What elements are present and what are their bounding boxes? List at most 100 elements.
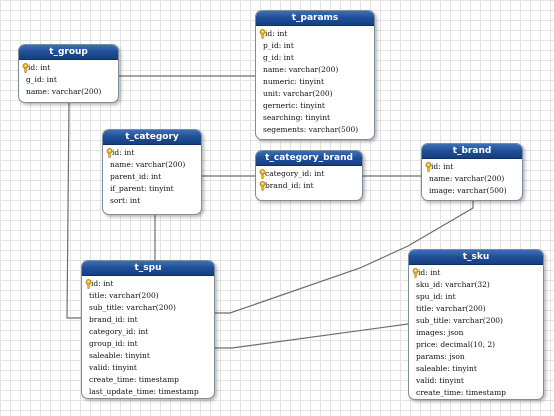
field-text: group_id: int — [89, 339, 138, 348]
field-text: name: varchar(200) — [429, 174, 505, 183]
table-t-sku[interactable]: t_sku id: int sku_id: varchar(32) spu_id: i… — [408, 249, 544, 400]
key-icon — [85, 279, 92, 289]
field-text: parent_id: int — [110, 172, 162, 181]
field-text: last_update_time: timestamp — [89, 387, 199, 396]
table-t-brand[interactable]: t_brand id: int name: varchar(200) image: v… — [421, 143, 523, 201]
table-header[interactable]: t_group — [19, 45, 118, 60]
field-text: name: varchar(200) — [110, 160, 186, 169]
field-row: name: varchar(200) — [256, 64, 374, 76]
field-row: create_time: timestamp — [82, 374, 214, 386]
field-text: brand_id: int — [265, 181, 314, 190]
primary-key-field: brand_id: int — [256, 180, 362, 192]
field-text: saleable: tinyint — [416, 364, 477, 373]
primary-key-field: id: int — [256, 28, 374, 40]
field-row: brand_id: int — [82, 314, 214, 326]
field-text: g_id: int — [26, 75, 57, 84]
field-text: gerneric: tinyint — [263, 101, 325, 110]
field-row: saleable: tinyint — [409, 363, 543, 375]
field-text: title: varchar(200) — [89, 291, 159, 300]
field-text: sort: int — [110, 196, 141, 205]
primary-key-field: id: int — [19, 62, 118, 74]
field-text: image: varchar(500) — [429, 186, 507, 195]
table-t-category-brand[interactable]: t_category_brand category_id: int brand_id… — [255, 150, 363, 201]
table-t-spu[interactable]: t_spu id: int title: varchar(200) sub_title… — [81, 260, 215, 399]
field-text: params: json — [416, 352, 465, 361]
field-row: parent_id: int — [103, 171, 201, 183]
primary-key-field: id: int — [103, 147, 201, 159]
primary-key-field: id: int — [422, 161, 522, 173]
field-text: title: varchar(200) — [416, 304, 486, 313]
field-text: price: decimal(10, 2) — [416, 340, 496, 349]
table-header[interactable]: t_params — [256, 11, 374, 26]
field-text: name: varchar(200) — [26, 87, 102, 96]
field-row: p_id: int — [256, 40, 374, 52]
field-text: brand_id: int — [89, 315, 138, 324]
field-list: id: int p_id: int g_id: int name: varchar(2… — [256, 26, 374, 139]
field-row: searching: tinyint — [256, 112, 374, 124]
field-text: numeric: tinyint — [263, 77, 325, 86]
connector-spu-sku — [214, 323, 409, 349]
primary-key-field: id: int — [82, 278, 214, 290]
field-row: saleable: tinyint — [82, 350, 214, 362]
table-header[interactable]: t_spu — [82, 261, 214, 276]
key-icon — [259, 29, 266, 39]
field-row: spu_id: int — [409, 291, 543, 303]
primary-key-field: category_id: int — [256, 168, 362, 180]
field-text: searching: tinyint — [263, 113, 331, 122]
field-text: unit: varchar(200) — [263, 89, 333, 98]
field-row: image: varchar(500) — [422, 185, 522, 197]
field-list: id: int sku_id: varchar(32) spu_id: int tit… — [409, 265, 543, 400]
field-row: sub_title: varchar(200) — [82, 302, 214, 314]
field-row: price: decimal(10, 2) — [409, 339, 543, 351]
field-text: id: int — [431, 162, 454, 171]
table-header[interactable]: t_brand — [422, 144, 522, 159]
primary-key-field: id: int — [409, 267, 543, 279]
key-icon — [22, 63, 29, 73]
connector-group-spu — [66, 101, 82, 319]
field-text: id: int — [265, 29, 288, 38]
table-header[interactable]: t_category_brand — [256, 151, 362, 166]
field-row: numeric: tinyint — [256, 76, 374, 88]
field-text: saleable: tinyint — [89, 351, 150, 360]
table-t-category[interactable]: t_category id: int name: varchar(200) paren… — [102, 129, 202, 215]
field-row: valid: tinyint — [82, 362, 214, 374]
field-row: g_id: int — [256, 52, 374, 64]
field-text: category_id: int — [265, 169, 325, 178]
table-t-params[interactable]: t_params id: int p_id: int g_id: int name: v… — [255, 10, 375, 140]
field-text: valid: tinyint — [416, 376, 464, 385]
field-row: category_id: int — [82, 326, 214, 338]
key-icon — [425, 162, 432, 172]
field-text: create_time: timestamp — [89, 375, 179, 384]
table-t-group[interactable]: t_group id: int g_id: int name: varchar(200… — [18, 44, 119, 103]
field-text: name: varchar(200) — [263, 65, 339, 74]
field-row: images: json — [409, 327, 543, 339]
field-row: params: json — [409, 351, 543, 363]
field-text: id: int — [418, 268, 441, 277]
field-row: sub_title: varchar(200) — [409, 315, 543, 327]
field-text: id: int — [112, 148, 135, 157]
field-row: name: varchar(200) — [422, 173, 522, 185]
field-row: sort: int — [103, 195, 201, 207]
field-row: gerneric: tinyint — [256, 100, 374, 112]
field-text: id: int — [28, 63, 51, 72]
field-text: sub_title: varchar(200) — [89, 303, 176, 312]
field-text: id: int — [91, 279, 114, 288]
field-text: valid: tinyint — [89, 363, 137, 372]
table-header[interactable]: t_sku — [409, 250, 543, 265]
field-row: last_update_time: timestamp — [409, 399, 543, 400]
field-text: sub_title: varchar(200) — [416, 316, 503, 325]
field-text: sku_id: varchar(32) — [416, 280, 490, 289]
field-row: g_id: int — [19, 74, 118, 86]
field-row: name: varchar(200) — [19, 86, 118, 98]
table-header[interactable]: t_category — [103, 130, 201, 145]
field-row: create_time: timestamp — [409, 387, 543, 399]
field-row: valid: tinyint — [409, 375, 543, 387]
key-icon — [412, 268, 419, 278]
field-row: unit: varchar(200) — [256, 88, 374, 100]
field-list: category_id: int brand_id: int — [256, 166, 362, 195]
field-text: category_id: int — [89, 327, 149, 336]
field-row: sku_id: varchar(32) — [409, 279, 543, 291]
key-icon — [259, 181, 266, 191]
field-text: g_id: int — [263, 53, 294, 62]
field-text: spu_id: int — [416, 292, 456, 301]
